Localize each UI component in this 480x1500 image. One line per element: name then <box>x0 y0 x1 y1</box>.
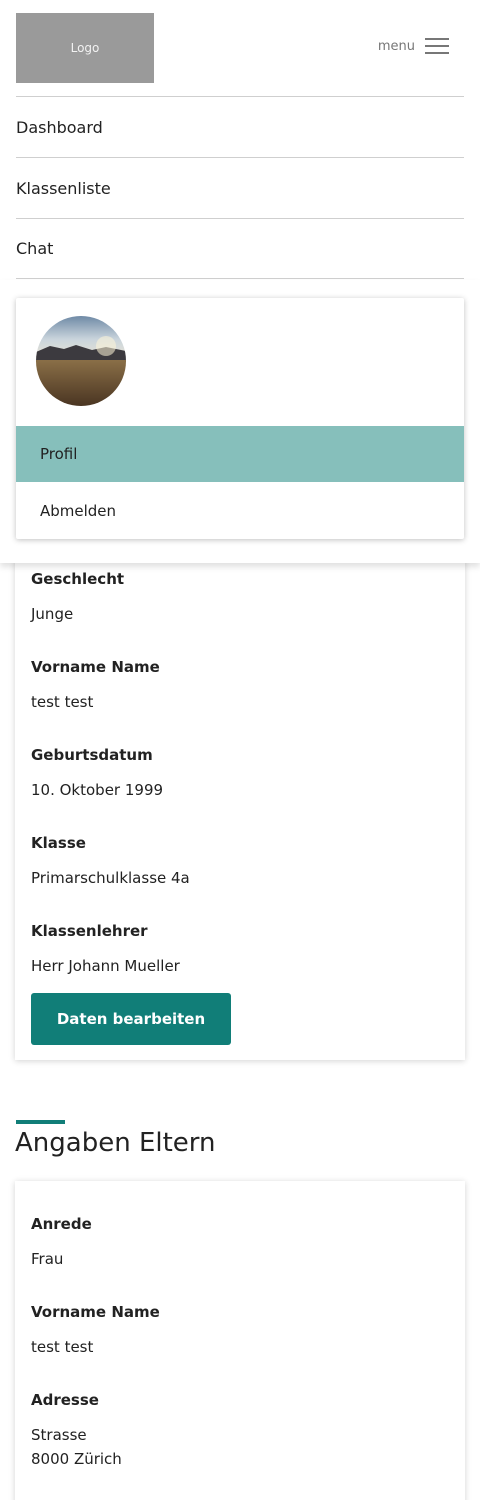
nav-item-dashboard[interactable]: Dashboard <box>16 96 464 157</box>
field-value: test test <box>31 1338 94 1356</box>
field-value: 10. Oktober 1999 <box>31 781 164 799</box>
field-label: Klassenlehrer <box>31 922 148 940</box>
field-label: Adresse <box>31 1391 99 1409</box>
field-value: Primarschulklasse 4a <box>31 869 190 887</box>
avatar[interactable] <box>36 316 126 406</box>
address-street: Strasse <box>31 1426 87 1444</box>
nav-item-klassenliste[interactable]: Klassenliste <box>16 157 464 218</box>
menu-item-abmelden[interactable]: Abmelden <box>16 483 464 539</box>
field-anrede: Anrede Frau <box>31 1215 92 1271</box>
main-nav: Dashboard Klassenliste Chat <box>16 96 464 279</box>
user-menu-overlay: Profil Abmelden <box>0 280 480 563</box>
field-label: Vorname Name <box>31 1303 160 1321</box>
field-geburtsdatum: Geburtsdatum 10. Oktober 1999 <box>31 746 163 802</box>
menu-item-profil[interactable]: Profil <box>16 426 464 482</box>
logo[interactable]: Logo <box>16 13 154 83</box>
field-geschlecht: Geschlecht Junge <box>31 570 124 626</box>
menu-toggle-button[interactable]: menu <box>378 36 449 56</box>
field-label: Geburtsdatum <box>31 746 153 764</box>
field-value: Frau <box>31 1250 64 1268</box>
field-klassenlehrer: Klassenlehrer Herr Johann Mueller <box>31 922 180 978</box>
user-menu-dropdown: Profil Abmelden <box>16 298 464 539</box>
header: Logo menu <box>0 0 480 96</box>
section-accent-bar <box>16 1120 65 1124</box>
nav-item-chat[interactable]: Chat <box>16 218 464 279</box>
parents-data-card: Anrede Frau Vorname Name test test Adres… <box>15 1181 465 1500</box>
avatar-landscape-image <box>36 316 126 406</box>
field-value: Strasse 8000 Zürich <box>31 1423 122 1471</box>
hamburger-icon[interactable] <box>425 36 449 56</box>
menu-label: menu <box>377 38 415 54</box>
address-city: 8000 Zürich <box>31 1450 122 1468</box>
field-adresse: Adresse Strasse 8000 Zürich <box>31 1391 122 1471</box>
field-vorname-name: Vorname Name test test <box>31 658 160 714</box>
field-klasse: Klasse Primarschulklasse 4a <box>31 834 190 890</box>
field-label: Klasse <box>31 834 86 852</box>
field-label: Vorname Name <box>31 658 160 676</box>
field-value: test test <box>31 693 94 711</box>
field-label: Anrede <box>31 1215 92 1233</box>
edit-data-button[interactable]: Daten bearbeiten <box>31 993 231 1045</box>
student-data-card: Geschlecht Junge Vorname Name test test … <box>15 540 465 1060</box>
field-value: Herr Johann Mueller <box>31 957 180 975</box>
section-title-parents: Angaben Eltern <box>15 1128 216 1158</box>
field-value: Junge <box>31 605 74 623</box>
field-vorname-name-parent: Vorname Name test test <box>31 1303 160 1359</box>
field-label: Geschlecht <box>31 570 125 588</box>
